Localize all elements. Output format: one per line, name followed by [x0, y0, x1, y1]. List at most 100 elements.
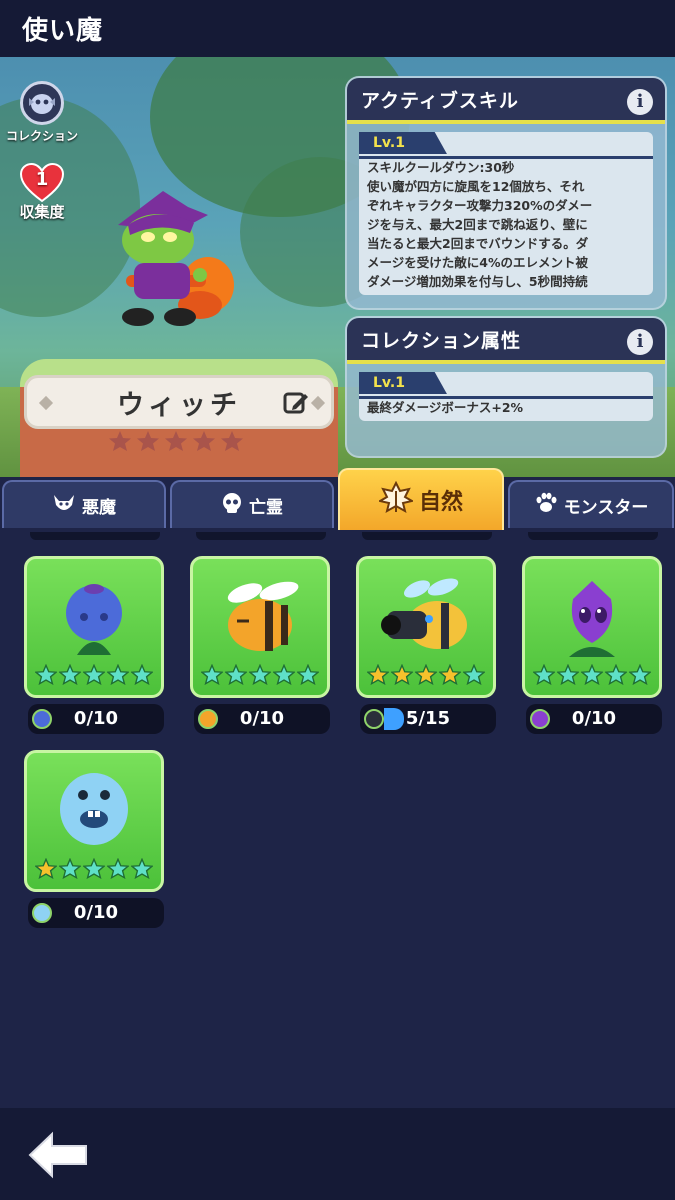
collection-attribute-body: Lv.1 最終ダメージボーナス+2%	[359, 372, 653, 421]
star-empty-icon	[137, 431, 159, 451]
collection-button[interactable]: コレクション	[6, 81, 78, 144]
familiar-star-rating	[108, 430, 244, 452]
paw-icon	[534, 492, 558, 519]
familiar-card[interactable]: 0/10	[190, 556, 330, 734]
star-teal-icon	[605, 664, 627, 685]
familiar-card[interactable]: 5/15	[356, 556, 496, 734]
card-count: 0/10	[239, 708, 285, 729]
familiar-card[interactable]: 0/10	[24, 556, 164, 734]
skill-line: ぞれキャラクター攻撃力320%のダメー	[367, 198, 593, 213]
star-empty-icon	[193, 431, 215, 451]
star-teal-icon	[107, 858, 129, 879]
star-empty-icon	[109, 431, 131, 451]
card-shard-counter: 5/15	[360, 704, 496, 734]
tab-demon[interactable]: 悪魔	[2, 480, 166, 528]
plate-ornament	[310, 395, 326, 411]
active-skill-body: Lv.1 スキルクールダウン:30秒 使い魔が四方に旋風を12個放ち、それ ぞれ…	[359, 132, 653, 295]
familiar-card[interactable]: 0/10	[24, 750, 164, 928]
card-star-rating	[525, 664, 659, 685]
star-teal-icon	[59, 664, 81, 685]
star-teal-icon	[225, 664, 247, 685]
star-gold-icon	[439, 664, 461, 685]
collection-count: 1	[35, 169, 49, 190]
star-teal-icon	[107, 664, 129, 685]
skill-line: スキルクールダウン:30秒	[367, 160, 515, 175]
card-shard-counter: 0/10	[28, 704, 164, 734]
star-teal-icon	[297, 664, 319, 685]
card-star-rating	[27, 858, 161, 879]
collection-attribute-header: コレクション属性 i	[347, 318, 665, 364]
star-teal-icon	[131, 858, 153, 879]
tab-nature[interactable]: 自然	[338, 468, 504, 530]
star-empty-icon	[221, 431, 243, 451]
collection-attribute-info-icon[interactable]: i	[627, 329, 653, 355]
familiar-card-portrait	[522, 556, 662, 698]
collection-label: コレクション	[6, 129, 79, 143]
collection-level-button[interactable]: 1 収集度	[12, 162, 72, 222]
leaf-icon	[377, 480, 415, 519]
star-gold-icon	[35, 858, 57, 879]
header-bar: 使い魔	[0, 0, 675, 57]
card-count: 0/10	[73, 902, 119, 923]
blueberry-plant-image	[66, 584, 122, 655]
star-teal-icon	[35, 664, 57, 685]
card-star-rating	[359, 664, 493, 685]
active-skill-panel: アクティブスキル i Lv.1 スキルクールダウン:30秒 使い魔が四方に旋風を…	[345, 76, 667, 310]
card-count: 5/15	[405, 708, 451, 729]
familiar-card-portrait	[24, 556, 164, 698]
card-star-rating	[27, 664, 161, 685]
collection-degree-label: 収集度	[19, 203, 65, 221]
active-skill-title: アクティブスキル	[361, 89, 519, 112]
heart-icon: 1	[19, 162, 65, 203]
star-teal-icon	[83, 858, 105, 879]
star-teal-icon	[59, 858, 81, 879]
star-gold-icon	[391, 664, 413, 685]
star-teal-icon	[557, 664, 579, 685]
star-teal-icon	[533, 664, 555, 685]
active-skill-header: アクティブスキル i	[347, 78, 665, 124]
tab-ghost[interactable]: 亡霊	[170, 480, 334, 528]
skill-line: メージを受けた敵に4%のエレメント被	[367, 255, 588, 270]
scrolled-card-edge	[30, 532, 160, 540]
tab-label: 自然	[418, 490, 463, 515]
familiar-card[interactable]: 0/10	[522, 556, 662, 734]
star-empty-icon	[165, 431, 187, 451]
familiar-name-plate: ウィッチ	[24, 375, 334, 429]
card-shard-counter: 0/10	[526, 704, 662, 734]
bee-image	[227, 581, 299, 651]
level-divider	[359, 156, 653, 159]
card-count: 0/10	[73, 708, 119, 729]
familiar-name: ウィッチ	[117, 389, 241, 421]
active-skill-description: スキルクールダウン:30秒 使い魔が四方に旋風を12個放ち、それ ぞれキャラクタ…	[359, 154, 653, 295]
familiar-card-portrait	[356, 556, 496, 698]
skull-icon	[221, 492, 243, 519]
scrolled-card-edge	[362, 532, 492, 540]
familiar-card-portrait	[190, 556, 330, 698]
skill-line: 当たると最大2回までバウンドする。ダ	[367, 236, 589, 251]
scrolled-card-edge	[528, 532, 658, 540]
back-button[interactable]	[26, 1130, 90, 1180]
star-teal-icon	[249, 664, 271, 685]
tab-label: 悪魔	[82, 497, 116, 518]
star-teal-icon	[131, 664, 153, 685]
collection-ghost-icon	[20, 81, 64, 125]
collection-attribute-level: Lv.1	[359, 372, 447, 394]
plate-ornament	[38, 395, 54, 411]
arrow-left-icon	[28, 1131, 87, 1179]
tab-label: モンスター	[563, 497, 649, 518]
tab-monster[interactable]: モンスター	[508, 480, 674, 528]
star-teal-icon	[83, 664, 105, 685]
star-gold-icon	[415, 664, 437, 685]
cannon-bee-image	[381, 578, 467, 649]
level-divider	[359, 396, 653, 399]
purple-bulb-plant-image	[569, 581, 615, 657]
card-shard-counter: 0/10	[194, 704, 330, 734]
collection-attribute-panel: コレクション属性 i Lv.1 最終ダメージボーナス+2%	[345, 316, 667, 458]
star-teal-icon	[629, 664, 651, 685]
witch-character-image	[108, 185, 248, 335]
skill-line: 使い魔が四方に旋風を12個放ち、それ	[367, 179, 585, 194]
category-tabs: 悪魔 亡霊 自然 モンスター	[0, 468, 675, 530]
card-shard-counter: 0/10	[28, 898, 164, 928]
active-skill-info-icon[interactable]: i	[627, 89, 653, 115]
edit-name-icon[interactable]	[283, 390, 309, 416]
